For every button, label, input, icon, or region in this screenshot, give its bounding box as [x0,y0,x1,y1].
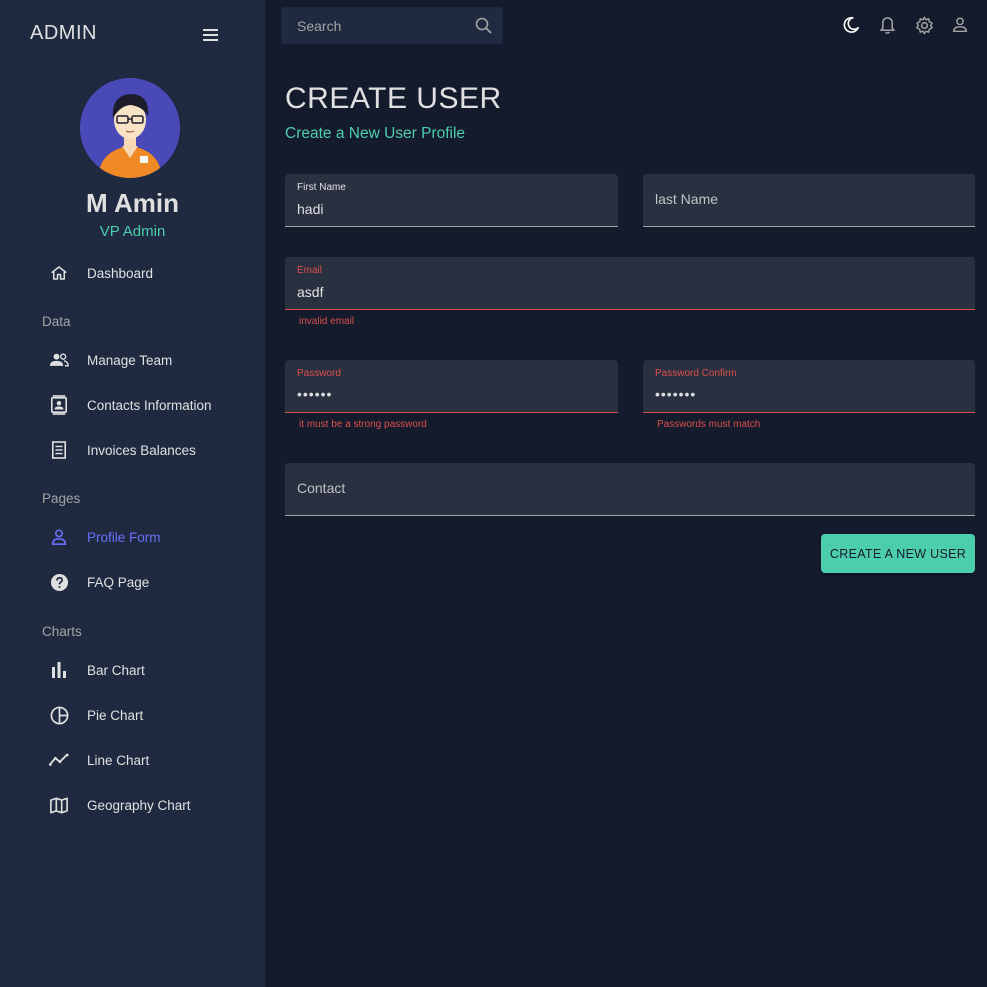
password-confirm-value: ••••••• [655,386,697,402]
notifications-icon[interactable] [876,14,898,36]
page-title: CREATE USER [285,82,502,115]
page-subtitle: Create a New User Profile [285,125,466,142]
sidebar-item-bar-chart[interactable]: Bar Chart [0,650,265,690]
map-icon [49,795,69,815]
email-label: Email [297,265,323,276]
settings-icon[interactable] [913,14,935,36]
sidebar-item-invoices[interactable]: Invoices Balances [0,430,265,470]
contact-field[interactable]: Contact [285,463,975,516]
avatar-illustration [80,78,180,178]
main-content: CREATE USER Create a New User Profile Fi… [265,0,987,987]
person-icon [49,527,69,547]
sidebar-item-contacts[interactable]: Contacts Information [0,385,265,425]
password-confirm-error-text: Passwords must match [657,419,761,430]
first-name-value: hadi [297,201,324,217]
create-user-button[interactable]: CREATE A NEW USER [821,534,975,573]
sidebar-item-label: Line Chart [87,752,150,768]
section-charts-label: Charts [42,624,82,639]
sidebar-item-pie-chart[interactable]: Pie Chart [0,695,265,735]
person-icon[interactable] [949,14,971,36]
avatar[interactable] [80,78,180,178]
sidebar-item-label: Contacts Information [87,397,212,413]
search-icon[interactable] [474,16,494,36]
receipt-icon [49,440,69,460]
password-confirm-label: Password Confirm [655,368,737,379]
brand-title: ADMIN [30,22,97,44]
last-name-label: last Name [655,191,719,207]
pie-chart-icon [49,705,69,725]
first-name-label: First Name [297,182,346,193]
section-pages-label: Pages [42,491,81,506]
email-field[interactable]: Email asdf [285,257,975,310]
contact-label: Contact [297,480,346,496]
sidebar-item-label: Geography Chart [87,797,191,813]
sidebar-item-label: Dashboard [87,265,154,281]
team-icon [49,350,69,370]
password-confirm-field[interactable]: Password Confirm ••••••• [643,360,975,413]
email-error-text: invalid email [299,316,355,327]
sidebar-item-label: Profile Form [87,529,161,545]
sidebar-item-label: Pie Chart [87,707,144,723]
dark-mode-icon[interactable] [840,14,862,36]
sidebar-item-geography-chart[interactable]: Geography Chart [0,785,265,825]
sidebar-item-faq[interactable]: FAQ Page [0,562,265,602]
section-data-label: Data [42,314,71,329]
email-value: asdf [297,284,324,300]
help-icon [49,572,69,592]
sidebar-item-label: Bar Chart [87,662,145,678]
first-name-field[interactable]: First Name hadi [285,174,618,227]
home-icon [49,263,69,283]
search-box [281,7,503,44]
password-value: •••••• [297,386,333,402]
sidebar-item-label: Invoices Balances [87,442,196,458]
password-field[interactable]: Password •••••• [285,360,618,413]
password-error-text: it must be a strong password [299,419,427,430]
sidebar-item-dashboard[interactable]: Dashboard [0,253,265,293]
user-role: VP Admin [99,223,166,240]
sidebar-item-label: FAQ Page [87,574,150,590]
sidebar-item-manage-team[interactable]: Manage Team [0,340,265,380]
sidebar-item-label: Manage Team [87,352,173,368]
search-input[interactable] [297,7,467,44]
contacts-icon [49,395,69,415]
sidebar-item-line-chart[interactable]: Line Chart [0,740,265,780]
last-name-field[interactable]: last Name [643,174,975,227]
user-name: M Amin [86,188,179,218]
sidebar: ADMIN M Amin VP Admin Dashboard Data Man… [0,0,265,987]
menu-icon [203,29,218,41]
sidebar-item-profile-form[interactable]: Profile Form [0,517,265,557]
password-label: Password [297,368,341,379]
app-root: ADMIN M Amin VP Admin Dashboard Data Man… [0,0,987,987]
menu-toggle-button[interactable] [201,26,221,44]
bar-chart-icon [49,660,69,680]
timeline-icon [49,750,69,770]
